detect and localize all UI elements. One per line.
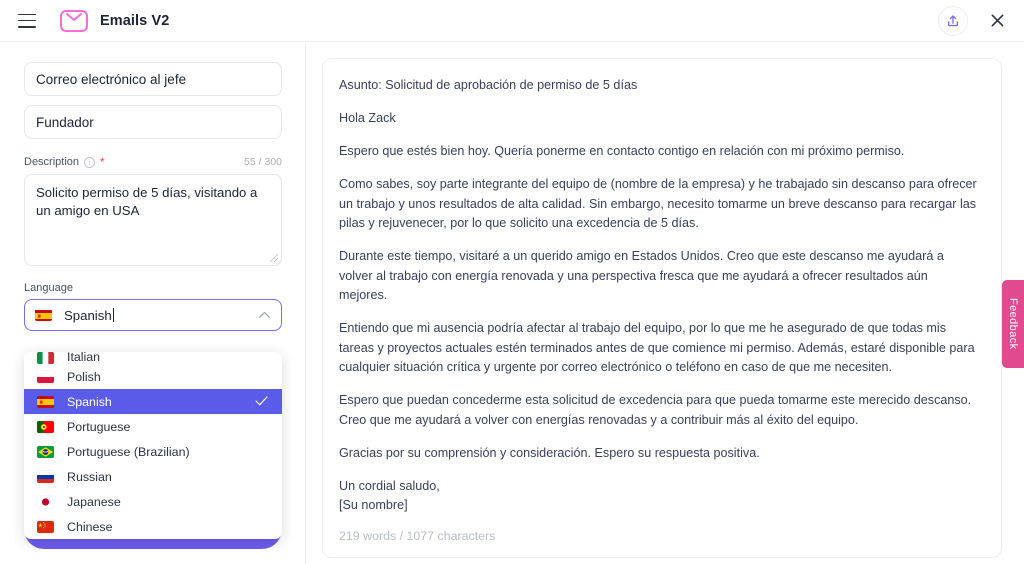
language-option-polish[interactable]: Polish xyxy=(24,364,282,389)
language-option-label: Russian xyxy=(67,469,112,484)
language-dropdown[interactable]: Italian Polish Spanish Portuguese Portug… xyxy=(24,352,282,539)
language-option-portuguese[interactable]: Portuguese xyxy=(24,414,282,439)
language-option-italian[interactable]: Italian xyxy=(24,352,282,364)
flag-pt-icon xyxy=(37,420,54,433)
flag-it-icon xyxy=(37,352,54,364)
language-option-spanish[interactable]: Spanish xyxy=(24,389,282,414)
language-option-label: Italian xyxy=(67,352,101,364)
description-textarea[interactable]: Solicito permiso de 5 días, visitando a … xyxy=(24,174,282,266)
email-signoff-line-2: [Su nombre] xyxy=(339,498,408,512)
share-upload-icon xyxy=(947,14,959,26)
email-paragraph: Espero que estés bien hoy. Quería ponerm… xyxy=(339,144,905,158)
check-icon xyxy=(255,395,268,409)
word-character-count: 219 words / 1077 characters xyxy=(339,529,496,543)
app-header: Emails V2 xyxy=(0,0,1024,42)
language-dropdown-list[interactable]: Italian Polish Spanish Portuguese Portug… xyxy=(24,352,282,539)
language-label: Language xyxy=(24,282,73,294)
email-paragraph: Gracias por su comprensión y consideraci… xyxy=(339,445,760,460)
flag-br-icon xyxy=(37,445,54,458)
language-option-portuguese-brazilian[interactable]: Portuguese (Brazilian) xyxy=(24,439,282,464)
email-paragraph: Durante este tiempo, visitaré a un queri… xyxy=(339,249,944,302)
header-actions xyxy=(938,5,1010,36)
language-option-label: Japanese xyxy=(67,494,121,509)
flag-es-icon xyxy=(35,309,52,321)
close-icon xyxy=(991,14,1003,27)
language-option-label: Portuguese (Brazilian) xyxy=(67,444,190,459)
email-paragraph: Espero que puedan concederme esta solici… xyxy=(339,393,972,427)
description-label: Description xyxy=(24,156,80,168)
language-option-russian[interactable]: Russian xyxy=(24,464,282,489)
hamburger-menu-icon[interactable] xyxy=(18,13,36,28)
description-textarea-value: Solicito permiso de 5 días, visitando a … xyxy=(36,185,258,218)
email-result-card-1[interactable]: Asunto: Solicitud de aprobación de permi… xyxy=(322,58,1002,558)
feedback-label: Feedback xyxy=(1007,298,1019,350)
email-subject: Asunto: Solicitud de aprobación de permi… xyxy=(339,78,638,92)
envelope-icon xyxy=(60,9,88,32)
email-paragraph: Como sabes, soy parte integrante del equ… xyxy=(339,177,977,230)
flag-ru-icon xyxy=(37,470,54,483)
flag-jp-icon xyxy=(37,495,54,508)
info-icon[interactable]: i xyxy=(84,156,96,168)
form-panel: Correo electrónico al jefe Fundador Desc… xyxy=(0,42,306,564)
title-input[interactable]: Correo electrónico al jefe xyxy=(24,62,282,96)
language-option-chinese[interactable]: Chinese xyxy=(24,514,282,539)
main-body: Correo electrónico al jefe Fundador Desc… xyxy=(0,42,1024,564)
description-label-row: Description i * 55 / 300 xyxy=(24,156,282,168)
language-option-label: Spanish xyxy=(67,394,112,409)
email-signoff-line-1: Un cordial saludo, xyxy=(339,478,440,493)
text-cursor xyxy=(112,307,114,322)
language-option-label: Polish xyxy=(67,369,101,384)
email-paragraph: Entiendo que mi ausencia podría afectar … xyxy=(339,321,975,374)
language-select-value: Spanish xyxy=(64,307,114,323)
flag-es-icon xyxy=(37,395,54,408)
share-button[interactable] xyxy=(938,5,968,36)
required-asterisk: * xyxy=(100,155,105,169)
description-char-counter: 55 / 300 xyxy=(244,156,282,168)
language-option-label: Portuguese xyxy=(67,419,131,434)
flag-pl-icon xyxy=(37,370,54,383)
flag-cn-icon xyxy=(37,520,54,533)
resize-handle[interactable] xyxy=(270,254,278,262)
close-button[interactable] xyxy=(984,8,1010,34)
language-option-japanese[interactable]: Japanese xyxy=(24,489,282,514)
language-select[interactable]: Spanish xyxy=(24,299,282,331)
page-title: Emails V2 xyxy=(100,12,170,29)
language-option-label: Chinese xyxy=(67,519,113,534)
role-input[interactable]: Fundador xyxy=(24,105,282,139)
results-panel: Asunto: Solicitud de aprobación de permi… xyxy=(306,42,1024,564)
chevron-up-icon[interactable] xyxy=(258,306,271,324)
email-greeting: Hola Zack xyxy=(339,111,396,125)
feedback-tab[interactable]: Feedback xyxy=(1002,280,1024,368)
